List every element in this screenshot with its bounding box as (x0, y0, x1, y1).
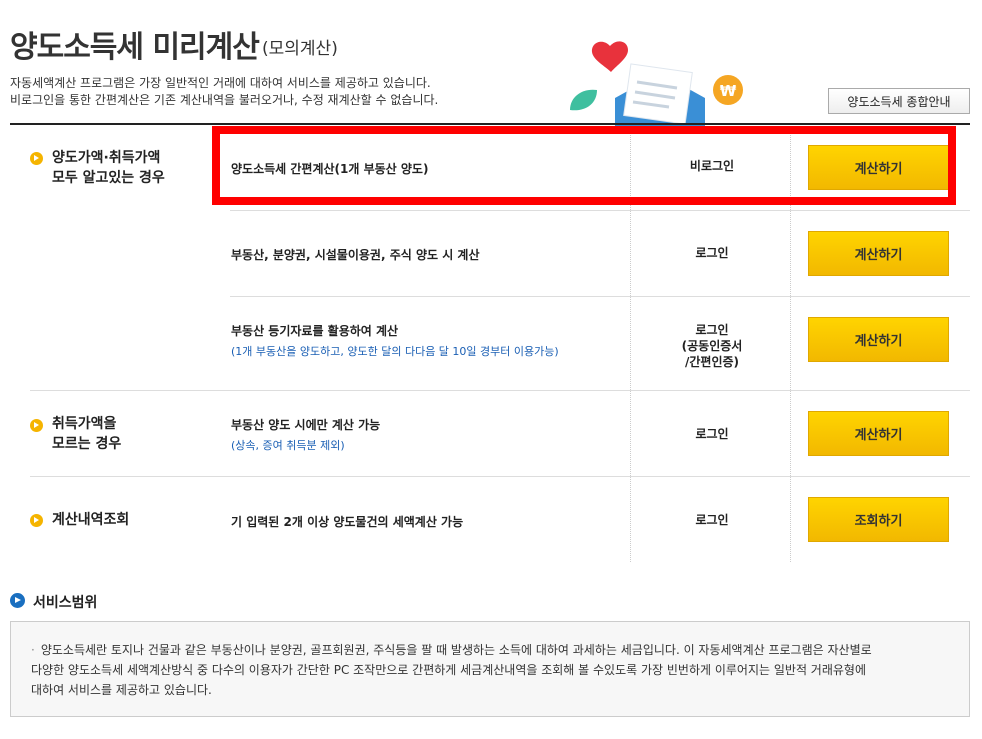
bullet-dot-icon: · (31, 643, 35, 657)
arrow-circle-icon (30, 152, 43, 165)
row-history-text: 기 입력된 2개 이상 양도물건의 세액계산 가능 (231, 515, 464, 529)
arrow-circle-blue-icon (10, 593, 25, 608)
section-label-history: 계산내역조회 (52, 512, 130, 528)
service-scope-line-2: 다양한 양도소득세 세액계산방식 중 다수의 이용자가 간단한 PC 조작만으로… (31, 663, 867, 677)
row-transfer-calc-login: 로그인 (695, 427, 729, 441)
page-title: 양도소득세 미리계산 (10, 30, 260, 65)
heart-icon (591, 41, 628, 72)
section-label-unknown: 취득가액을 모르는 경우 (52, 414, 121, 454)
header-illustration: ₩ (570, 41, 743, 128)
login-line-1: 로그인 (695, 323, 729, 337)
table-top-rule (10, 123, 970, 125)
row-asset-calc-login: 로그인 (695, 246, 729, 260)
transfer-calc-button[interactable]: 계산하기 (808, 411, 949, 456)
row-history-login: 로그인 (695, 513, 729, 527)
login-line-3: /간편인증) (684, 355, 740, 369)
section-label-unknown-line-2: 모르는 경우 (52, 436, 122, 452)
page-description: 자동세액계산 프로그램은 가장 일반적인 거래에 대하여 서비스를 제공하고 있… (10, 75, 438, 109)
registry-calc-button[interactable]: 계산하기 (808, 317, 949, 362)
row-registry-calc-login: 로그인 (공동인증서 /간편인증) (622, 322, 802, 370)
section-divider (30, 390, 970, 391)
service-scope-line-1: · 양도소득세란 토지나 건물과 같은 부동산이나 분양권, 골프회원권, 주식등… (31, 640, 949, 660)
row-divider (230, 296, 970, 297)
section-divider (30, 476, 970, 477)
service-scope-title: 서비스범위 (33, 595, 98, 611)
service-line-1-text: 양도소득세란 토지나 건물과 같은 부동산이나 분양권, 골프회원권, 주식등을… (40, 643, 872, 657)
svg-text:₩: ₩ (720, 82, 737, 100)
page-subtitle: (모의계산) (262, 39, 338, 59)
service-scope-box: · 양도소득세란 토지나 건물과 같은 부동산이나 분양권, 골프회원권, 주식등… (10, 621, 970, 717)
row-registry-calc-note: (1개 부동산을 양도하고, 양도한 달의 다다음 달 10일 경부터 이용가능… (231, 345, 559, 358)
row-divider (230, 210, 970, 211)
section-label-known-line-2: 모두 알고있는 경우 (52, 170, 165, 186)
tax-guide-button[interactable]: 양도소득세 종합안내 (828, 88, 970, 114)
service-scope-line-3: 대하여 서비스를 제공하고 있습니다. (31, 683, 212, 697)
history-lookup-button[interactable]: 조회하기 (808, 497, 949, 542)
section-label-unknown-line-1: 취득가액을 (52, 416, 117, 432)
asset-calc-button[interactable]: 계산하기 (808, 231, 949, 276)
description-line-1: 자동세액계산 프로그램은 가장 일반적인 거래에 대하여 서비스를 제공하고 있… (10, 76, 431, 90)
row-transfer-calc-note: (상속, 증여 취득분 제외) (231, 439, 345, 452)
row-asset-calc-text: 부동산, 분양권, 시설물이용권, 주식 양도 시 계산 (231, 248, 480, 262)
row-registry-calc-text: 부동산 등기자료를 활용하여 계산 (231, 324, 399, 338)
arrow-circle-icon (30, 419, 43, 432)
highlight-box (212, 126, 956, 205)
section-label-known: 양도가액·취득가액 모두 알고있는 경우 (52, 148, 165, 188)
section-label-known-line-1: 양도가액·취득가액 (52, 150, 161, 166)
arrow-circle-icon (30, 514, 43, 527)
leaf-icon (570, 89, 597, 111)
row-transfer-calc-text: 부동산 양도 시에만 계산 가능 (231, 418, 381, 432)
won-coin-icon: ₩ (713, 75, 743, 105)
envelope-icon (615, 63, 705, 128)
description-line-2: 비로그인을 통한 간편계산은 기존 계산내역을 불러오거나, 수정 재계산할 수… (10, 93, 439, 107)
login-line-2: (공동인증서 (681, 339, 743, 353)
